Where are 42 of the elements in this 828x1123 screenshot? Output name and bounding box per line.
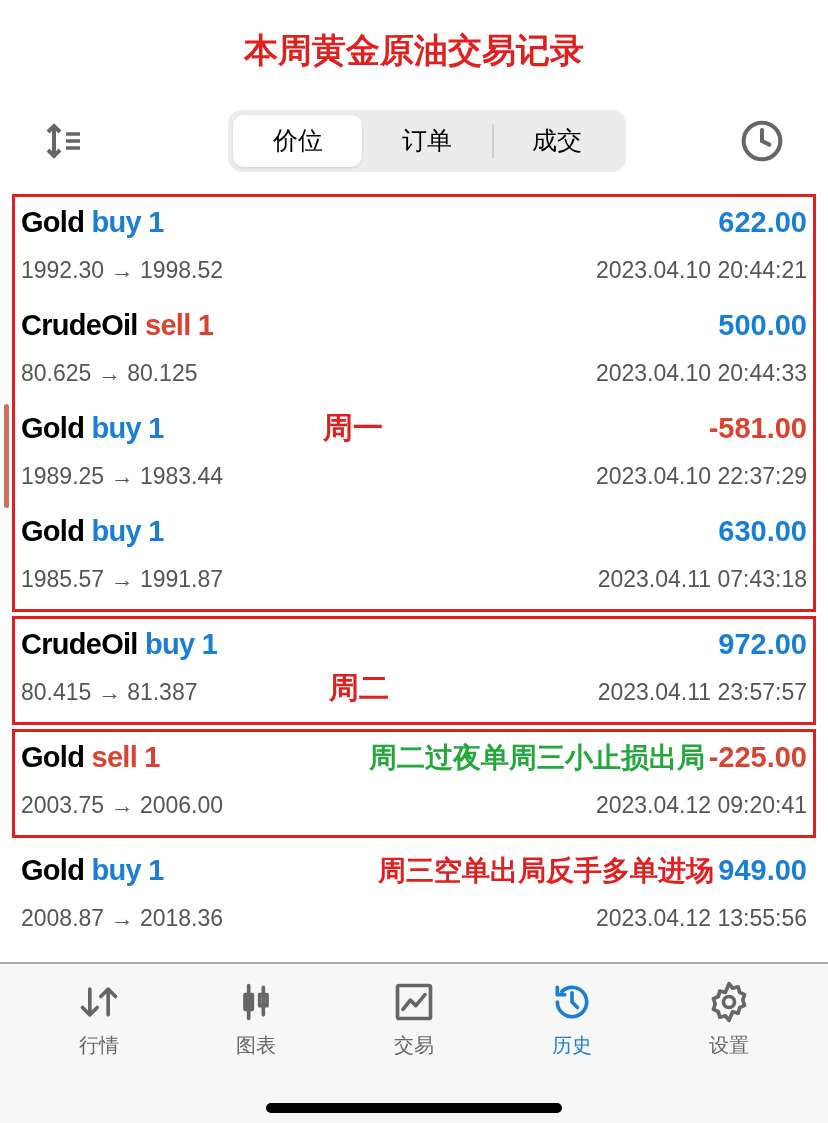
trade-time: 2023.04.11 23:57:57 bbox=[597, 677, 807, 707]
nav-tab[interactable]: 历史 bbox=[521, 980, 622, 1060]
trade-symbol: Gold buy 1 bbox=[21, 514, 164, 549]
annotation-note: 周三空单出局反手多单进场 bbox=[378, 853, 715, 888]
trade-prices: 2003.75 → 2006.00 bbox=[21, 790, 224, 820]
trade-symbol: CrudeOil sell 1 bbox=[21, 308, 214, 343]
trade-profit: -225.00 bbox=[708, 740, 807, 775]
trade-symbol: Gold buy 1 bbox=[21, 853, 164, 888]
trade-prices: 1992.30 → 1998.52 bbox=[21, 255, 224, 285]
trade-time: 2023.04.12 13:55:56 bbox=[595, 903, 807, 933]
trade-time: 2023.04.11 07:43:18 bbox=[597, 564, 807, 594]
segment-tab[interactable]: 价位 bbox=[233, 115, 363, 167]
nav-tab[interactable]: 设置 bbox=[679, 980, 780, 1060]
trade-prices: 1989.25 → 1983.44 bbox=[21, 461, 224, 491]
trade-symbol: Gold buy 1 bbox=[21, 411, 164, 446]
trade-prices: 80.415 → 81.387 bbox=[21, 677, 198, 707]
segment-tab[interactable]: 成交 bbox=[493, 115, 621, 167]
trade-profit: -581.00 bbox=[708, 411, 807, 446]
segment-tab[interactable]: 订单 bbox=[362, 115, 492, 167]
trade-time: 2023.04.10 22:37:29 bbox=[595, 461, 807, 491]
trade-prices: 1985.57 → 1991.87 bbox=[21, 564, 224, 594]
page-title: 本周黄金原油交易记录 bbox=[244, 29, 584, 71]
trade-profit: 949.00 bbox=[718, 853, 807, 888]
annotation-note: 周二 bbox=[329, 670, 389, 706]
trade-symbol: CrudeOil buy 1 bbox=[21, 627, 218, 662]
trade-prices: 2008.87 → 2018.36 bbox=[21, 903, 224, 933]
trade-prices: 80.625 → 80.125 bbox=[21, 358, 198, 388]
trade-symbol: Gold sell 1 bbox=[21, 740, 160, 775]
trade-profit: 972.00 bbox=[718, 627, 807, 662]
annotation-note: 周二过夜单周三小止损出局 bbox=[368, 740, 705, 775]
annotation-note: 周一 bbox=[323, 410, 383, 446]
clock-icon[interactable] bbox=[740, 119, 784, 163]
trade-time: 2023.04.10 20:44:21 bbox=[595, 255, 807, 285]
nav-tab[interactable]: 图表 bbox=[206, 980, 307, 1060]
trade-profit: 500.00 bbox=[718, 308, 807, 343]
nav-tab[interactable]: 行情 bbox=[48, 980, 149, 1060]
trade-profit: 622.00 bbox=[718, 205, 807, 240]
trade-symbol: Gold buy 1 bbox=[21, 205, 164, 240]
nav-tab[interactable]: 交易 bbox=[364, 980, 464, 1060]
trade-time: 2023.04.12 09:20:41 bbox=[595, 790, 807, 820]
trade-profit: 630.00 bbox=[718, 514, 807, 549]
trade-time: 2023.04.10 20:44:33 bbox=[595, 358, 807, 388]
